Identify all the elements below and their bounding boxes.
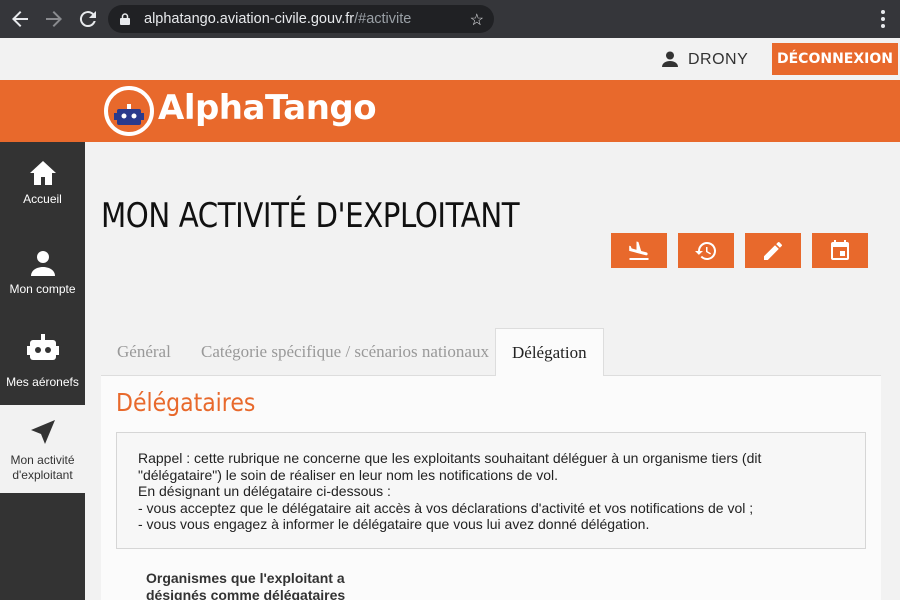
sidebar-item-accueil[interactable]: Accueil	[0, 160, 85, 220]
tab-delegation[interactable]: Délégation	[495, 328, 604, 376]
history-icon	[695, 241, 717, 260]
person-icon	[30, 251, 55, 276]
section-title: Délégataires	[116, 388, 256, 417]
logo-text[interactable]: AlphaTango	[158, 88, 377, 128]
flight-land-button[interactable]	[611, 233, 667, 268]
reload-icon[interactable]	[76, 7, 100, 31]
back-arrow-icon[interactable]	[8, 7, 32, 31]
logo-robot-icon	[114, 104, 144, 125]
tab-general[interactable]: Général	[101, 328, 187, 376]
event-button[interactable]	[812, 233, 868, 268]
lock-icon	[120, 13, 130, 25]
bookmark-star-icon[interactable]: ☆	[470, 10, 484, 30]
sidebar-item-label: Accueil	[23, 192, 62, 206]
username: DRONY	[688, 51, 749, 68]
delegataires-field-label: Organismes que l'exploitant a désignés c…	[146, 570, 345, 600]
url-domain: alphatango.aviation-civile.gouv.fr	[144, 11, 355, 27]
sidebar-item-mon-activite[interactable]: Mon activité d'exploitant	[0, 405, 85, 493]
flight-land-icon	[629, 241, 649, 260]
forward-arrow-icon[interactable]	[42, 7, 66, 31]
user-icon	[662, 51, 678, 67]
browser-toolbar: alphatango.aviation-civile.gouv.fr/#acti…	[0, 0, 900, 38]
edit-icon	[764, 242, 782, 260]
browser-menu-icon[interactable]	[880, 8, 886, 30]
url-text: alphatango.aviation-civile.gouv.fr/#acti…	[144, 11, 411, 27]
sidebar-item-mes-aeronefs[interactable]: Mes aéronefs	[0, 334, 85, 394]
tab-bar: Général Catégorie spécifique / scénarios…	[101, 328, 881, 376]
info-line: - vous vous engagez à informer le déléga…	[138, 516, 650, 532]
info-line: En désignant un délégataire ci-dessous :	[138, 483, 391, 499]
event-icon	[831, 240, 849, 260]
info-line: "délégataire") le soin de réaliser en le…	[138, 466, 559, 483]
sidebar-item-label: Mon activité d'exploitant	[10, 453, 75, 482]
navigation-arrow-icon	[30, 420, 55, 444]
home-icon	[29, 161, 56, 185]
edit-button[interactable]	[745, 233, 801, 268]
url-path: /#activite	[354, 11, 412, 27]
tab-categorie-specifique[interactable]: Catégorie spécifique / scénarios nationa…	[185, 328, 505, 376]
user-bar: DRONY	[0, 38, 900, 80]
sidebar-item-mon-compte[interactable]: Mon compte	[0, 250, 85, 305]
info-line: Rappel : cette rubrique ne concerne que …	[138, 450, 762, 466]
sidebar-item-label: Mes aéronefs	[6, 375, 79, 389]
address-bar[interactable]: alphatango.aviation-civile.gouv.fr/#acti…	[108, 5, 494, 33]
history-button[interactable]	[678, 233, 734, 268]
robot-icon	[26, 334, 59, 360]
page-title: MON ACTIVITÉ D'EXPLOITANT	[101, 196, 520, 236]
label-line: Organismes que l'exploitant a	[146, 570, 345, 586]
label-line: désignés comme délégataires	[146, 587, 346, 600]
info-notice: Rappel : cette rubrique ne concerne que …	[116, 432, 866, 549]
info-line: - vous acceptez que le délégataire ait a…	[138, 499, 754, 516]
sidebar-item-label: Mon compte	[9, 282, 76, 296]
logout-button[interactable]: DÉCONNEXION	[772, 43, 898, 75]
